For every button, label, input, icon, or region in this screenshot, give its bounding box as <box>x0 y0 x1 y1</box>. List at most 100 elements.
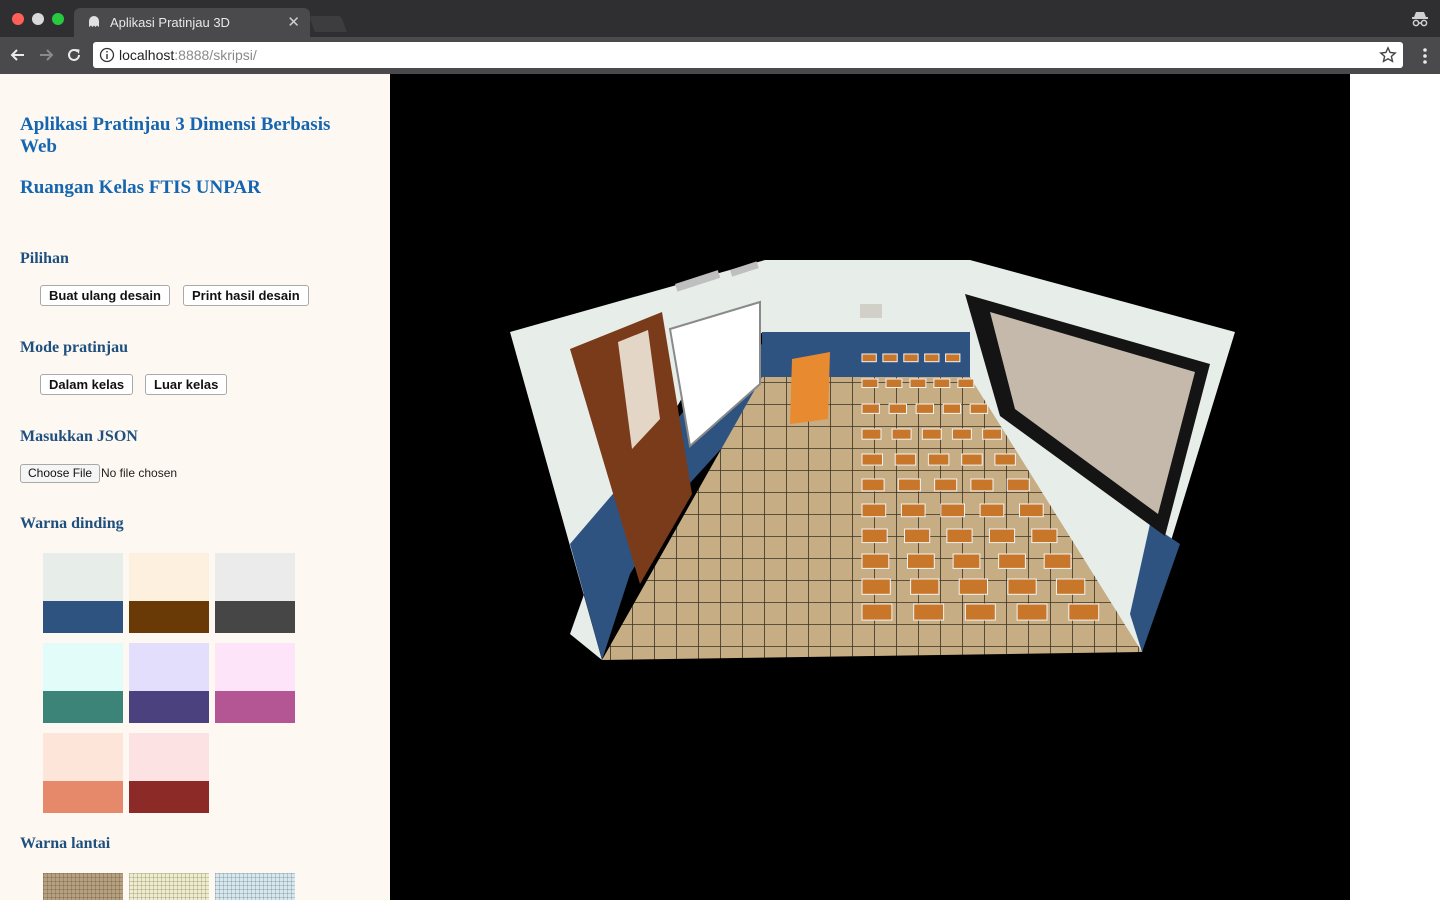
outside-class-button[interactable]: Luar kelas <box>145 374 228 395</box>
student-desk <box>942 403 962 414</box>
student-desk <box>888 403 908 414</box>
print-design-button[interactable]: Print hasil desain <box>183 285 309 306</box>
options-heading: Pilihan <box>20 250 69 267</box>
student-desk <box>907 553 935 569</box>
wall-color-swatch[interactable] <box>129 643 209 723</box>
student-desk <box>924 353 940 363</box>
student-desk <box>1007 578 1037 595</box>
page-title: Aplikasi Pratinjau 3 Dimensi Berbasis We… <box>20 114 331 157</box>
url-path: :8888/skripsi/ <box>174 47 257 63</box>
browser-toolbar: localhost:8888/skripsi/ <box>0 37 1440 74</box>
reload-icon[interactable] <box>64 45 84 65</box>
student-desk <box>921 428 942 440</box>
info-icon[interactable] <box>99 47 115 63</box>
student-desk <box>861 603 893 621</box>
student-desk <box>909 378 927 388</box>
3d-classroom-viewport[interactable] <box>390 74 1350 900</box>
inside-class-button[interactable]: Dalam kelas <box>40 374 134 395</box>
new-tab-button[interactable] <box>309 16 347 32</box>
student-desk <box>1043 553 1072 569</box>
student-desk <box>964 603 996 621</box>
kebab-menu-icon[interactable] <box>1422 46 1428 66</box>
tab-close-icon[interactable]: ✕ <box>287 13 300 31</box>
student-desk <box>969 403 989 414</box>
student-desk <box>940 503 965 518</box>
preview-mode-heading: Mode pratinjau <box>20 339 128 356</box>
student-desk <box>891 428 912 440</box>
student-desk <box>934 478 958 492</box>
wall-color-swatch[interactable] <box>43 553 123 633</box>
page-subtitle: Ruangan Kelas FTIS UNPAR <box>20 177 261 198</box>
window-close-button[interactable] <box>12 13 24 25</box>
wall-color-heading: Warna dinding <box>20 515 124 532</box>
student-desk <box>913 603 945 621</box>
wall-lower-color <box>215 691 295 723</box>
ghost-icon <box>89 16 99 27</box>
wall-color-swatch[interactable] <box>43 733 123 813</box>
student-desk <box>1068 603 1100 621</box>
student-desk <box>961 453 983 466</box>
choose-file-button[interactable]: Choose File <box>20 464 101 483</box>
student-desk <box>951 428 972 440</box>
wall-color-swatch[interactable] <box>129 553 209 633</box>
wall-lower-color <box>215 601 295 633</box>
student-desk <box>994 453 1016 466</box>
student-desk <box>903 353 919 363</box>
student-desk <box>910 578 940 595</box>
floor-color-swatch[interactable] <box>215 873 295 900</box>
wall-upper-color <box>129 643 209 691</box>
incognito-icon <box>1412 12 1428 27</box>
browser-titlebar: Aplikasi Pratinjau 3D ✕ <box>0 0 1440 37</box>
url-text: localhost:8888/skripsi/ <box>119 47 257 63</box>
student-desk <box>861 353 877 363</box>
student-desk <box>1006 478 1030 492</box>
student-desk <box>982 428 1003 440</box>
wall-color-swatch[interactable] <box>215 643 295 723</box>
student-desk <box>882 353 898 363</box>
star-icon[interactable] <box>1379 46 1397 64</box>
student-desk <box>861 378 879 388</box>
window-minimize-button[interactable] <box>32 13 44 25</box>
student-desk <box>861 528 888 544</box>
back-wall <box>765 260 970 332</box>
wall-lower-color <box>43 601 123 633</box>
json-input-heading: Masukkan JSON <box>20 428 138 445</box>
wall-upper-color <box>215 643 295 691</box>
url-host: localhost <box>119 47 175 63</box>
wall-lower-color <box>129 781 209 813</box>
tab-title: Aplikasi Pratinjau 3D <box>110 15 230 30</box>
student-desk <box>904 528 931 544</box>
wall-lower-color <box>43 691 123 723</box>
arrow-left-icon[interactable] <box>8 45 28 65</box>
floor-color-swatch[interactable] <box>129 873 209 900</box>
floor-color-heading: Warna lantai <box>20 835 111 852</box>
address-bar[interactable]: localhost:8888/skripsi/ <box>93 42 1403 68</box>
student-desk <box>861 453 883 466</box>
student-desk <box>1056 578 1086 595</box>
window-maximize-button[interactable] <box>52 13 64 25</box>
wall-color-swatch[interactable] <box>43 643 123 723</box>
wall-upper-color <box>215 553 295 601</box>
projector <box>860 304 882 318</box>
student-desk <box>861 553 890 569</box>
student-desk <box>945 353 961 363</box>
browser-tab[interactable]: Aplikasi Pratinjau 3D ✕ <box>74 8 310 37</box>
student-desk <box>894 453 917 466</box>
arrow-right-icon[interactable] <box>36 45 56 65</box>
wall-color-swatch[interactable] <box>215 553 295 633</box>
student-desk <box>861 403 880 414</box>
student-desk <box>885 378 903 388</box>
student-desk <box>1016 603 1048 621</box>
student-desk <box>915 403 934 414</box>
student-desk <box>861 578 891 595</box>
student-desk <box>933 378 951 388</box>
student-desk <box>861 478 885 492</box>
reset-design-button[interactable]: Buat ulang desain <box>40 285 170 306</box>
student-desk <box>900 503 926 518</box>
student-desk <box>988 528 1016 544</box>
student-desk <box>970 478 994 492</box>
student-desk <box>1019 503 1044 518</box>
classroom-render <box>510 260 1235 660</box>
wall-color-swatch[interactable] <box>129 733 209 813</box>
floor-color-swatch[interactable] <box>43 873 123 900</box>
